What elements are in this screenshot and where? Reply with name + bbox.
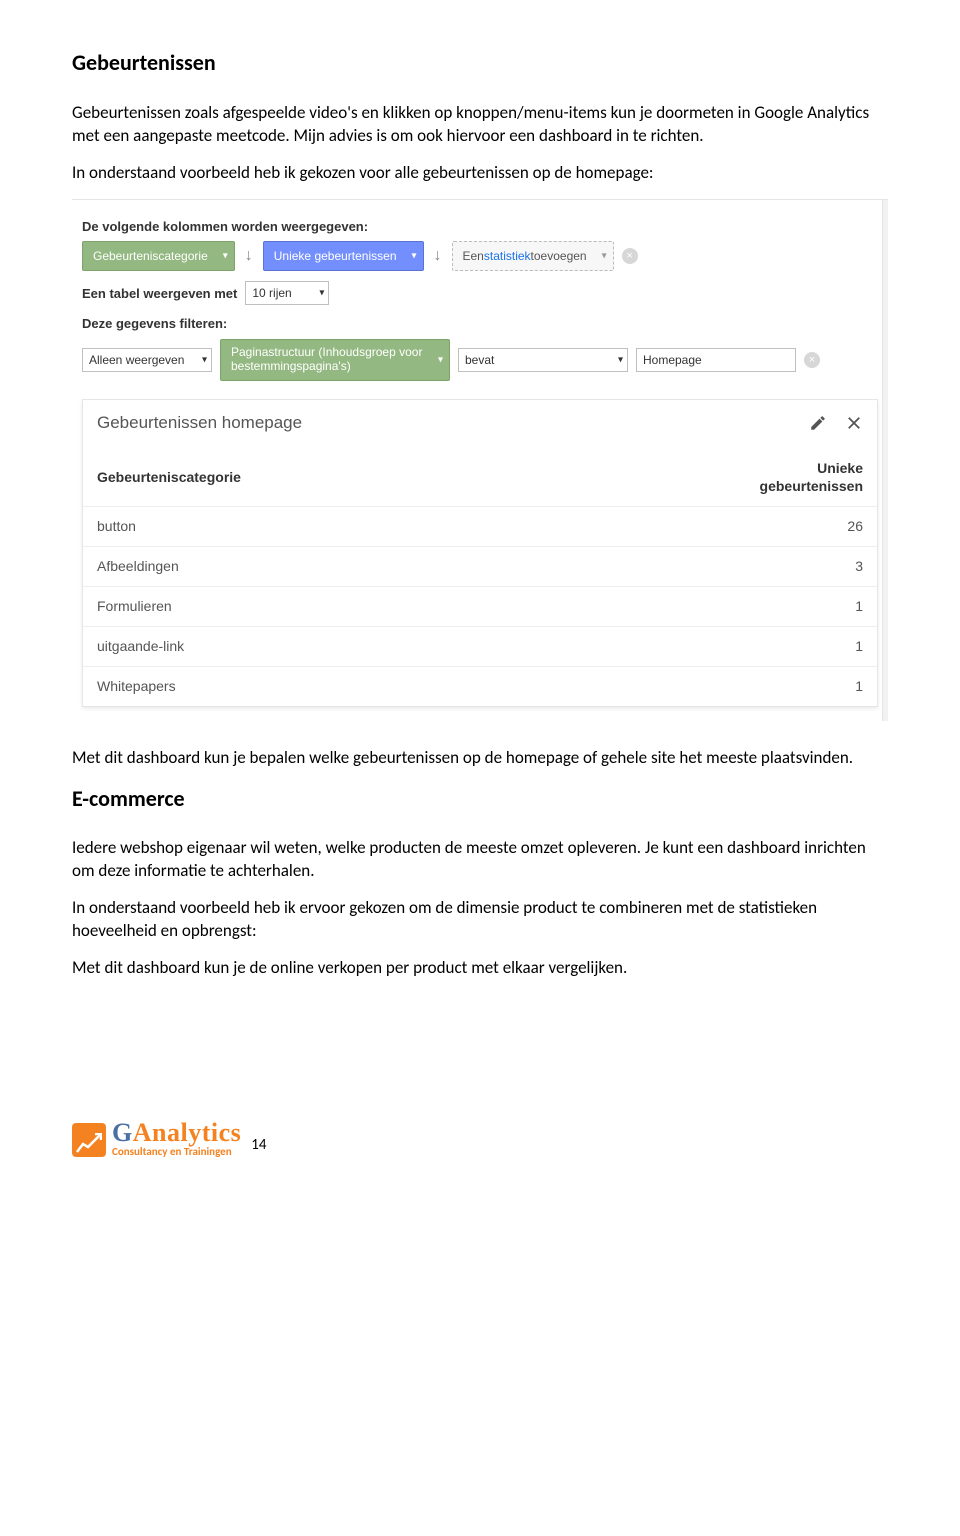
text: gebeurtenissen: [760, 478, 863, 494]
text: Unieke: [817, 460, 863, 476]
filter-row: Alleen weergeven Paginastructuur (Inhoud…: [82, 339, 878, 381]
widget-header: Gebeurtenissen homepage: [83, 400, 877, 447]
table-row: uitgaande-link 1: [83, 626, 877, 666]
paragraph: Met dit dashboard kun je de online verko…: [72, 957, 888, 980]
close-icon[interactable]: [845, 414, 863, 432]
link-text: statistiek: [484, 248, 531, 264]
paragraph: Iedere webshop eigenaar wil weten, welke…: [72, 837, 888, 883]
text: Een: [463, 248, 484, 264]
filter-operator-select[interactable]: bevat: [458, 348, 628, 372]
scrollbar-track[interactable]: [882, 200, 888, 721]
paragraph: Met dit dashboard kun je bepalen welke g…: [72, 747, 888, 770]
arrow-down-icon: ↓: [432, 245, 444, 267]
table-row: Formulieren 1: [83, 587, 877, 627]
widget-table: Gebeurteniscategorie Unieke gebeurteniss…: [83, 447, 877, 706]
filter-label: Deze gegevens filteren:: [82, 315, 878, 333]
columns-label: De volgende kolommen worden weergegeven:: [82, 218, 878, 236]
filter-mode-select[interactable]: Alleen weergeven: [82, 348, 212, 372]
paragraph: In onderstaand voorbeeld heb ik gekozen …: [72, 162, 888, 185]
logo-tagline: Consultancy en Trainingen: [112, 1146, 241, 1157]
logo-letter-g: G: [112, 1118, 133, 1147]
table-row: Whitepapers 1: [83, 666, 877, 705]
logo-text: GAnalytics Consultancy en Trainingen: [112, 1120, 241, 1157]
edit-icon[interactable]: [809, 414, 827, 432]
column-1-dropdown[interactable]: Gebeurteniscategorie: [82, 241, 235, 271]
cell-category: uitgaande-link: [83, 626, 533, 666]
ga-widget-config: De volgende kolommen worden weergegeven:…: [72, 199, 888, 721]
logo-rest: Analytics: [133, 1118, 242, 1147]
cell-value: 3: [533, 547, 877, 587]
columns-row: Gebeurteniscategorie ↓ Unieke gebeurteni…: [82, 241, 878, 271]
cell-category: Formulieren: [83, 587, 533, 627]
heading-gebeurtenissen: Gebeurtenissen: [72, 48, 888, 78]
table-header-value: Unieke gebeurtenissen: [533, 447, 877, 507]
remove-icon[interactable]: ×: [622, 248, 638, 264]
cell-value: 1: [533, 626, 877, 666]
add-metric-dropdown[interactable]: Een statistiek toevoegen: [452, 241, 614, 271]
widget-card: Gebeurtenissen homepage Gebeurteniscateg…: [82, 399, 878, 707]
cell-category: Whitepapers: [83, 666, 533, 705]
filter-value-input[interactable]: Homepage: [636, 348, 796, 372]
page-footer: GAnalytics Consultancy en Trainingen 14: [72, 1120, 888, 1157]
arrow-down-icon: ↓: [243, 245, 255, 267]
logo-mark-icon: [72, 1123, 106, 1157]
filter-dimension-dropdown[interactable]: Paginastructuur (Inhoudsgroep voor beste…: [220, 339, 450, 381]
cell-value: 1: [533, 587, 877, 627]
heading-ecommerce: E-commerce: [72, 784, 888, 814]
table-header-category: Gebeurteniscategorie: [83, 447, 533, 507]
rows-select[interactable]: 10 rijen: [245, 281, 329, 305]
paragraph: In onderstaand voorbeeld heb ik ervoor g…: [72, 897, 888, 943]
rows-row: Een tabel weergeven met 10 rijen: [82, 281, 878, 305]
paragraph: Gebeurtenissen zoals afgespeelde video's…: [72, 102, 888, 148]
cell-category: Afbeeldingen: [83, 547, 533, 587]
table-row: Afbeeldingen 3: [83, 547, 877, 587]
text: toevoegen: [531, 248, 587, 264]
cell-value: 26: [533, 507, 877, 547]
page-number: 14: [251, 1135, 266, 1157]
cell-category: button: [83, 507, 533, 547]
remove-icon[interactable]: ×: [804, 352, 820, 368]
cell-value: 1: [533, 666, 877, 705]
widget-title: Gebeurtenissen homepage: [97, 412, 302, 435]
column-2-dropdown[interactable]: Unieke gebeurtenissen: [263, 241, 424, 271]
table-row: button 26: [83, 507, 877, 547]
rows-label: Een tabel weergeven met: [82, 285, 237, 303]
